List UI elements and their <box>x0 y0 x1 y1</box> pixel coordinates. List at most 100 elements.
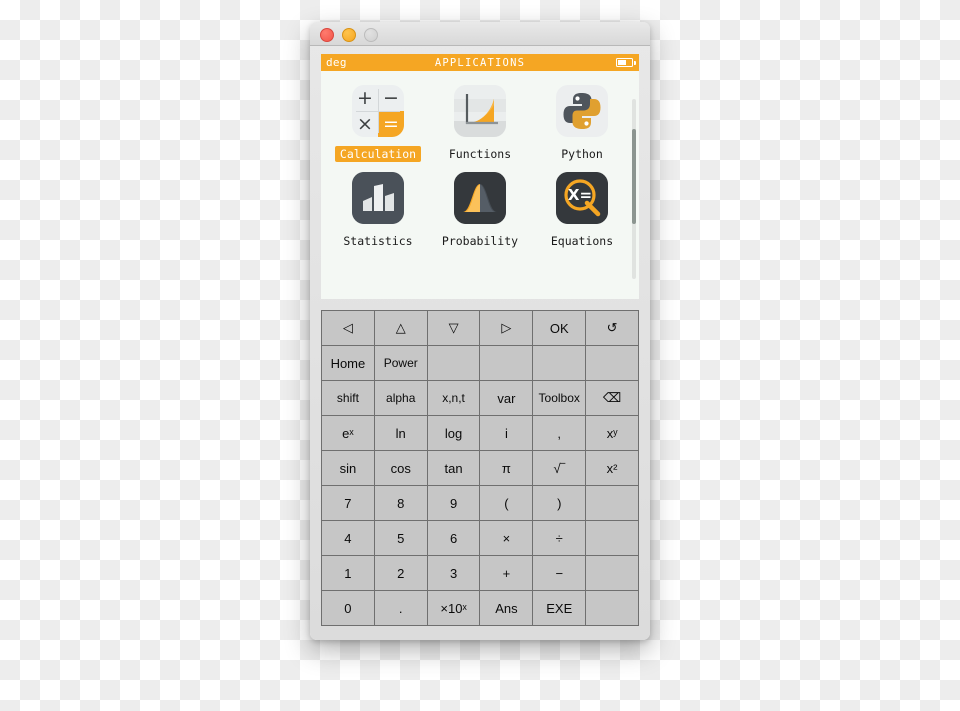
statistics-icon-svg <box>352 172 404 224</box>
key-3[interactable]: 3 <box>427 556 481 591</box>
key-left[interactable]: ◁ <box>322 311 375 346</box>
equations-icon-svg: X= <box>556 172 608 224</box>
battery-icon <box>616 58 636 67</box>
statistics-icon <box>352 172 404 224</box>
key-5[interactable]: 5 <box>374 521 428 556</box>
calculator-body: deg APPLICATIONS + − × = Calculation Fun… <box>310 45 650 640</box>
key-power-xy[interactable]: xʸ <box>586 416 639 451</box>
plus-glyph: + <box>357 87 373 109</box>
key-blank-5 <box>586 486 639 521</box>
probability-icon-svg <box>454 172 506 224</box>
key-blank-6 <box>586 521 639 556</box>
close-button[interactable] <box>320 28 334 42</box>
calculator-window: deg APPLICATIONS + − × = Calculation Fun… <box>310 22 650 640</box>
key-blank-4 <box>586 346 639 381</box>
minimize-button[interactable] <box>342 28 356 42</box>
key-ln[interactable]: ln <box>374 416 428 451</box>
key-ans[interactable]: Ans <box>480 591 534 626</box>
app-probability[interactable]: Probability <box>432 172 528 249</box>
key-comma[interactable]: , <box>533 416 587 451</box>
key-tan[interactable]: tan <box>427 451 481 486</box>
icon-divider-horizontal <box>356 111 400 112</box>
equals-glyph: = <box>378 111 404 137</box>
app-python[interactable]: Python <box>534 85 630 162</box>
app-row: Statistics Probability X= Equations <box>327 172 633 249</box>
key-up[interactable]: △ <box>374 311 428 346</box>
key-multiply[interactable]: × <box>480 521 534 556</box>
python-icon <box>556 85 608 137</box>
key-9[interactable]: 9 <box>427 486 481 521</box>
key-sin[interactable]: sin <box>322 451 375 486</box>
functions-icon-svg <box>454 85 506 137</box>
battery-fill <box>618 60 626 65</box>
calculation-icon: + − × = <box>352 85 404 137</box>
app-row: + − × = Calculation Functions Python <box>327 85 633 162</box>
screen-title: APPLICATIONS <box>434 56 526 69</box>
app-label-equations: Equations <box>550 234 614 248</box>
app-label-python: Python <box>561 147 603 161</box>
key-paren-close[interactable]: ) <box>533 486 587 521</box>
app-label-functions: Functions <box>448 147 512 161</box>
times-glyph: × <box>357 113 373 135</box>
minus-glyph: − <box>383 87 399 109</box>
key-shift[interactable]: shift <box>322 381 375 416</box>
app-equations[interactable]: X= Equations <box>534 172 630 249</box>
angle-unit-label: deg <box>326 56 347 69</box>
functions-icon <box>454 85 506 137</box>
window-titlebar <box>310 22 650 46</box>
key-plus[interactable]: + <box>480 556 534 591</box>
key-0[interactable]: 0 <box>322 591 375 626</box>
key-xnt[interactable]: x,n,t <box>427 381 481 416</box>
key-exponent[interactable]: ×10ˣ <box>427 591 481 626</box>
key-dot[interactable]: . <box>374 591 428 626</box>
window-controls <box>320 28 378 42</box>
key-alpha[interactable]: alpha <box>374 381 428 416</box>
key-ok[interactable]: OK <box>533 311 587 346</box>
key-paren-open[interactable]: ( <box>480 486 534 521</box>
key-blank-2 <box>480 346 534 381</box>
key-blank-1 <box>427 346 481 381</box>
app-calculation[interactable]: + − × = Calculation <box>330 85 426 162</box>
key-i[interactable]: i <box>480 416 534 451</box>
app-statistics[interactable]: Statistics <box>330 172 426 249</box>
key-power[interactable]: Power <box>374 346 428 381</box>
app-functions[interactable]: Functions <box>432 85 528 162</box>
key-blank-3 <box>533 346 587 381</box>
app-label-probability: Probability <box>441 234 519 248</box>
keypad: ◁ △ ▽ ▷ OK ↺ Home Power shift alpha x,n,t var Toolbo… <box>321 310 639 626</box>
key-blank-8 <box>586 591 639 626</box>
key-backspace[interactable]: ⌫ <box>586 381 639 416</box>
app-label-calculation: Calculation <box>334 146 422 162</box>
calculator-screen: deg APPLICATIONS + − × = Calculation Fun… <box>321 54 639 299</box>
scrollbar-thumb[interactable] <box>632 129 636 224</box>
app-grid: + − × = Calculation Functions Python Sta… <box>321 71 639 299</box>
key-8[interactable]: 8 <box>374 486 428 521</box>
key-var[interactable]: var <box>480 381 534 416</box>
key-square[interactable]: x² <box>586 451 639 486</box>
key-minus[interactable]: − <box>533 556 587 591</box>
key-log[interactable]: log <box>427 416 481 451</box>
key-6[interactable]: 6 <box>427 521 481 556</box>
key-2[interactable]: 2 <box>374 556 428 591</box>
key-1[interactable]: 1 <box>322 556 375 591</box>
key-back[interactable]: ↺ <box>586 311 639 346</box>
python-icon-svg <box>563 93 601 129</box>
key-divide[interactable]: ÷ <box>533 521 587 556</box>
svg-text:X=: X= <box>568 186 592 204</box>
key-exp[interactable]: eˣ <box>322 416 375 451</box>
key-down[interactable]: ▽ <box>427 311 481 346</box>
key-pi[interactable]: π <box>480 451 534 486</box>
key-exe[interactable]: EXE <box>533 591 587 626</box>
key-4[interactable]: 4 <box>322 521 375 556</box>
status-bar: deg APPLICATIONS <box>321 54 639 71</box>
key-toolbox[interactable]: Toolbox <box>533 381 587 416</box>
key-sqrt[interactable]: √‾ <box>533 451 587 486</box>
screen-scrollbar[interactable] <box>632 99 636 279</box>
zoom-button[interactable] <box>364 28 378 42</box>
key-cos[interactable]: cos <box>374 451 428 486</box>
key-7[interactable]: 7 <box>322 486 375 521</box>
app-label-statistics: Statistics <box>343 234 413 248</box>
equations-icon: X= <box>556 172 608 224</box>
key-right[interactable]: ▷ <box>480 311 534 346</box>
key-home[interactable]: Home <box>322 346 375 381</box>
